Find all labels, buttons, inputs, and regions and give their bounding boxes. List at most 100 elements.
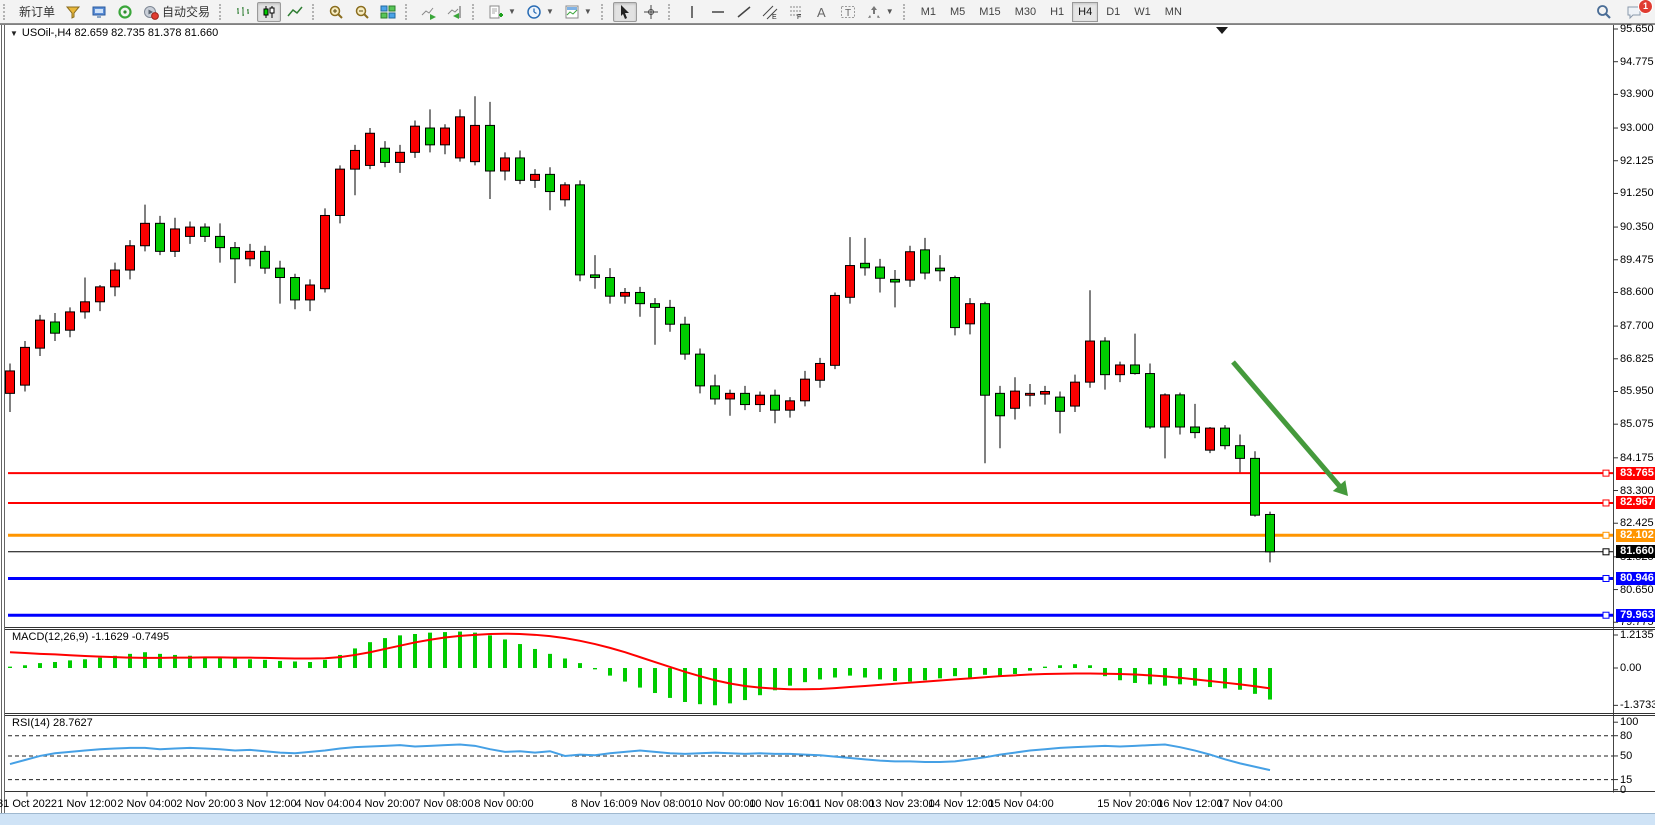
text-label-button[interactable]: T: [836, 2, 860, 22]
candle-body-up: [441, 128, 450, 145]
chart-canvas[interactable]: [0, 0, 1655, 824]
toolbar-grip[interactable]: [3, 4, 10, 20]
macd-histogram-bar: [98, 658, 102, 668]
candle-body-up: [351, 150, 360, 169]
macd-histogram-bar: [1223, 668, 1227, 688]
bar-chart-button[interactable]: [231, 2, 255, 22]
candlestick-chart-button[interactable]: [257, 2, 281, 22]
signal-button[interactable]: [113, 2, 137, 22]
candle-body-up: [846, 266, 855, 298]
search-button[interactable]: [1592, 2, 1616, 22]
chart-shift-button[interactable]: [443, 2, 467, 22]
funnel-button[interactable]: [61, 2, 85, 22]
macd-tick-label: -1.3733: [1620, 699, 1655, 711]
time-tick-label: 7 Nov 08:00: [414, 798, 473, 810]
hline-handle-81.660[interactable]: [1603, 549, 1609, 555]
timeframe-button-m5[interactable]: M5: [944, 2, 971, 22]
hline-handle-82.967[interactable]: [1603, 500, 1609, 506]
candle-body-up: [321, 215, 330, 288]
macd-histogram-bar: [773, 668, 777, 690]
candle-body-up: [96, 287, 105, 302]
zoom-in-button[interactable]: [324, 2, 348, 22]
macd-histogram-bar: [803, 668, 807, 682]
hline-handle-79.963[interactable]: [1603, 612, 1609, 618]
macd-histogram-bar: [1208, 668, 1212, 687]
auto-scroll-button[interactable]: [417, 2, 441, 22]
line-chart-button[interactable]: [283, 2, 307, 22]
timeframe-button-m30[interactable]: M30: [1009, 2, 1042, 22]
macd-histogram-bar: [728, 668, 732, 703]
tile-windows-button[interactable]: [376, 2, 400, 22]
price-tag-83.765: 83.765: [1616, 467, 1655, 480]
candle-body-down: [201, 227, 210, 236]
toolbar-grip[interactable]: [219, 4, 226, 20]
candle-body-up: [471, 125, 480, 161]
timeframe-button-h4[interactable]: H4: [1072, 2, 1098, 22]
macd-histogram-bar: [623, 668, 627, 682]
timeframe-button-w1[interactable]: W1: [1128, 2, 1157, 22]
candle-body-up: [66, 312, 75, 330]
periods-button[interactable]: ▼: [522, 2, 558, 22]
candle-body-up: [336, 169, 345, 215]
candlestick-chart-icon: [261, 4, 277, 20]
toolbar-grip[interactable]: [405, 4, 412, 20]
trend-arrow-annotation[interactable]: [1233, 362, 1341, 488]
toolbar-grip[interactable]: [472, 4, 479, 20]
price-tag-82.102: 82.102: [1616, 529, 1655, 542]
hline-handle-83.765[interactable]: [1603, 470, 1609, 476]
macd-histogram-bar: [758, 668, 762, 695]
fibonacci-button[interactable]: F: [784, 2, 808, 22]
candle-body-up: [621, 292, 630, 296]
time-tick-label: 11 Nov 08:00: [810, 798, 875, 810]
macd-histogram-bar: [818, 668, 822, 679]
line-chart-icon: [287, 4, 303, 20]
macd-histogram-bar: [1058, 665, 1062, 668]
toolbar-grip[interactable]: [601, 4, 608, 20]
price-tag-82.967: 82.967: [1616, 496, 1655, 509]
candle-body-down: [156, 223, 165, 251]
zoom-out-button[interactable]: [350, 2, 374, 22]
vertical-line-button[interactable]: [680, 2, 704, 22]
timeframe-button-m1[interactable]: M1: [915, 2, 942, 22]
hline-handle-82.102[interactable]: [1603, 532, 1609, 538]
time-tick-label: 16 Nov 12:00: [1157, 798, 1222, 810]
search-icon: [1596, 4, 1612, 20]
templates-button[interactable]: ▼: [560, 2, 596, 22]
candle-body-down: [426, 128, 435, 145]
new-order-button[interactable]: 新订单: [15, 2, 59, 22]
arrows-icon: [866, 4, 882, 20]
horizontal-line-button[interactable]: [706, 2, 730, 22]
macd-histogram-bar: [248, 659, 252, 668]
price-tick-label: 87.700: [1620, 320, 1655, 332]
text-button[interactable]: A: [810, 2, 834, 22]
indicators-button[interactable]: ▼: [484, 2, 520, 22]
candle-body-down: [1176, 395, 1185, 427]
timeframe-button-d1[interactable]: D1: [1100, 2, 1126, 22]
trendline-button[interactable]: [732, 2, 756, 22]
macd-histogram-bar: [1043, 667, 1047, 668]
price-tick-label: 86.825: [1620, 353, 1655, 365]
collapse-triangle-icon[interactable]: ▼: [10, 29, 18, 38]
price-tick-label: 93.000: [1620, 122, 1655, 134]
crosshair-button[interactable]: [639, 2, 663, 22]
timeframe-button-h1[interactable]: H1: [1044, 2, 1070, 22]
candle-body-down: [486, 125, 495, 171]
macd-histogram-bar: [428, 633, 432, 668]
cursor-button[interactable]: [613, 2, 637, 22]
candle-body-down: [711, 386, 720, 399]
equidistant-channel-button[interactable]: E: [758, 2, 782, 22]
macd-histogram-bar: [8, 667, 12, 668]
auto-trading-button[interactable]: 自动交易: [139, 2, 214, 22]
toolbar-grip[interactable]: [668, 4, 675, 20]
market-watch-button[interactable]: [87, 2, 111, 22]
price-tick-label: 82.425: [1620, 517, 1655, 529]
price-tick-label: 84.175: [1620, 452, 1655, 464]
chart-shift-marker-icon[interactable]: [1216, 27, 1228, 34]
toolbar-grip[interactable]: [903, 4, 910, 20]
toolbar-grip[interactable]: [312, 4, 319, 20]
notifications-button[interactable]: 1: [1622, 2, 1647, 22]
timeframe-button-mn[interactable]: MN: [1159, 2, 1188, 22]
hline-handle-80.946[interactable]: [1603, 575, 1609, 581]
arrows-button[interactable]: ▼: [862, 2, 898, 22]
timeframe-button-m15[interactable]: M15: [973, 2, 1006, 22]
